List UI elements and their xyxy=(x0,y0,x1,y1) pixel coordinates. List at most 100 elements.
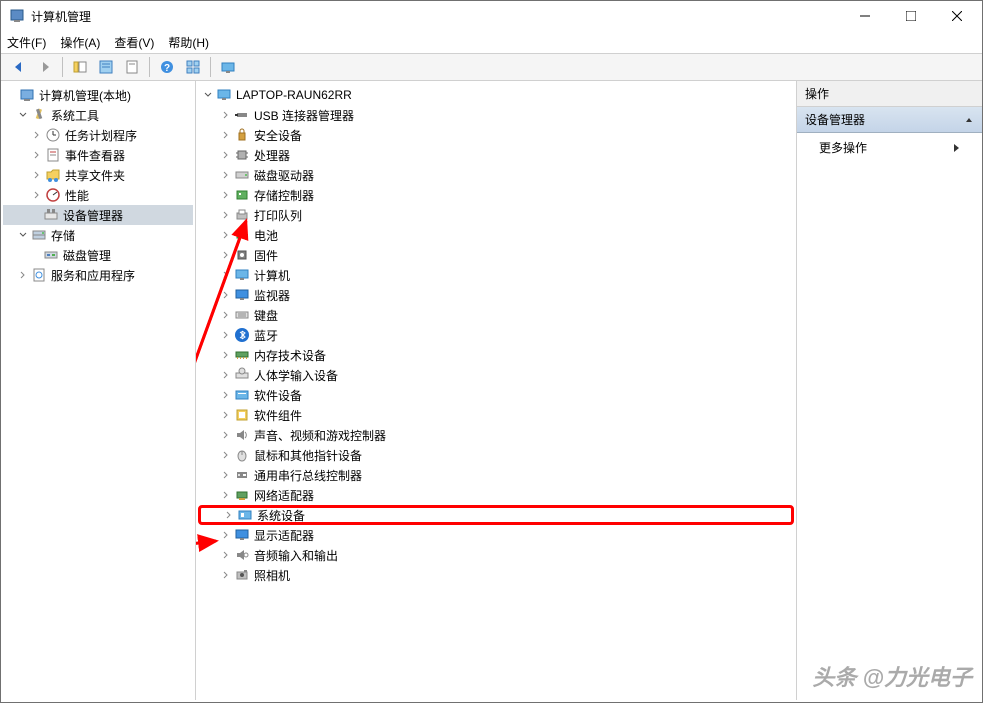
menu-file[interactable]: 文件(F) xyxy=(7,34,46,51)
device-security[interactable]: 安全设备 xyxy=(198,125,794,145)
tree-event-viewer[interactable]: 事件查看器 xyxy=(3,145,193,165)
tree-storage[interactable]: 存储 xyxy=(3,225,193,245)
device-disk-drives[interactable]: 磁盘驱动器 xyxy=(198,165,794,185)
tree-device-manager[interactable]: 设备管理器 xyxy=(3,205,193,225)
device-software-devices[interactable]: 软件设备 xyxy=(198,385,794,405)
help-button[interactable]: ? xyxy=(155,55,179,79)
svg-text:?: ? xyxy=(164,63,170,74)
device-firmware[interactable]: 固件 xyxy=(198,245,794,265)
menu-view[interactable]: 查看(V) xyxy=(114,34,154,51)
properties-button[interactable] xyxy=(94,55,118,79)
expander-closed-icon[interactable] xyxy=(220,149,232,161)
collapse-icon[interactable] xyxy=(964,115,974,125)
close-button[interactable] xyxy=(934,1,980,31)
expander-closed-icon[interactable] xyxy=(31,129,43,141)
expander-closed-icon[interactable] xyxy=(220,309,232,321)
device-memory-tech[interactable]: 内存技术设备 xyxy=(198,345,794,365)
expander-closed-icon[interactable] xyxy=(220,209,232,221)
expander-closed-icon[interactable] xyxy=(220,129,232,141)
expander-closed-icon[interactable] xyxy=(31,149,43,161)
expander-closed-icon[interactable] xyxy=(220,529,232,541)
toolbar: ? xyxy=(1,53,982,81)
tree-task-scheduler[interactable]: 任务计划程序 xyxy=(3,125,193,145)
tools-icon xyxy=(31,107,47,123)
tree-root[interactable]: 计算机管理(本地) xyxy=(3,85,193,105)
expander-closed-icon[interactable] xyxy=(220,229,232,241)
expander-closed-icon[interactable] xyxy=(31,189,43,201)
device-processors[interactable]: 处理器 xyxy=(198,145,794,165)
expander-closed-icon[interactable] xyxy=(220,409,232,421)
maximize-button[interactable] xyxy=(888,1,934,31)
device-audio-io[interactable]: 音频输入和输出 xyxy=(198,545,794,565)
export-button[interactable] xyxy=(120,55,144,79)
forward-button[interactable] xyxy=(33,55,57,79)
device-tree-pane[interactable]: LAPTOP-RAUN62RR USB 连接器管理器安全设备处理器磁盘驱动器存储… xyxy=(196,81,797,700)
minimize-button[interactable] xyxy=(842,1,888,31)
device-system-devices[interactable]: 系统设备 xyxy=(198,505,794,525)
device-display[interactable]: 显示适配器 xyxy=(198,525,794,545)
expander-open-icon[interactable] xyxy=(202,89,214,101)
menu-help[interactable]: 帮助(H) xyxy=(168,34,209,51)
scan-hardware-button[interactable] xyxy=(216,55,240,79)
small-icons-button[interactable] xyxy=(181,55,205,79)
expander-closed-icon[interactable] xyxy=(220,429,232,441)
device-root[interactable]: LAPTOP-RAUN62RR xyxy=(198,85,794,105)
back-button[interactable] xyxy=(7,55,31,79)
expander-closed-icon[interactable] xyxy=(220,109,232,121)
tree-disk-management[interactable]: 磁盘管理 xyxy=(3,245,193,265)
tree-performance[interactable]: 性能 xyxy=(3,185,193,205)
storage-controllers-icon xyxy=(234,187,250,203)
device-monitors[interactable]: 监视器 xyxy=(198,285,794,305)
device-print-queues[interactable]: 打印队列 xyxy=(198,205,794,225)
tree-services-apps[interactable]: 服务和应用程序 xyxy=(3,265,193,285)
expander-closed-icon[interactable] xyxy=(220,329,232,341)
device-computer[interactable]: 计算机 xyxy=(198,265,794,285)
expander-closed-icon[interactable] xyxy=(220,569,232,581)
expander-icon[interactable] xyxy=(5,89,17,101)
tree-system-tools[interactable]: 系统工具 xyxy=(3,105,193,125)
device-hid[interactable]: 人体学输入设备 xyxy=(198,365,794,385)
expander-open-icon[interactable] xyxy=(17,109,29,121)
device-storage-controllers[interactable]: 存储控制器 xyxy=(198,185,794,205)
left-navigation-tree[interactable]: 计算机管理(本地) 系统工具 任务计划程序 事件查看器 共享文件夹 性能 xyxy=(1,81,196,700)
expander-closed-icon[interactable] xyxy=(31,169,43,181)
device-software-components[interactable]: 软件组件 xyxy=(198,405,794,425)
expander-closed-icon[interactable] xyxy=(220,189,232,201)
more-actions-item[interactable]: 更多操作 xyxy=(797,133,982,162)
device-mice[interactable]: 鼠标和其他指针设备 xyxy=(198,445,794,465)
menu-action[interactable]: 操作(A) xyxy=(60,34,100,51)
expander-closed-icon[interactable] xyxy=(220,349,232,361)
storage-icon xyxy=(31,227,47,243)
expander-closed-icon[interactable] xyxy=(220,549,232,561)
expander-closed-icon[interactable] xyxy=(220,289,232,301)
expander-closed-icon[interactable] xyxy=(220,389,232,401)
expander-closed-icon[interactable] xyxy=(220,449,232,461)
expander-closed-icon[interactable] xyxy=(223,509,235,521)
device-bluetooth[interactable]: 蓝牙 xyxy=(198,325,794,345)
device-network[interactable]: 网络适配器 xyxy=(198,485,794,505)
device-usb-connector[interactable]: USB 连接器管理器 xyxy=(198,105,794,125)
expander-closed-icon[interactable] xyxy=(17,269,29,281)
expander-closed-icon[interactable] xyxy=(220,469,232,481)
tree-shared-folders[interactable]: 共享文件夹 xyxy=(3,165,193,185)
menubar: 文件(F) 操作(A) 查看(V) 帮助(H) xyxy=(1,31,982,53)
device-usb-controllers[interactable]: 通用串行总线控制器 xyxy=(198,465,794,485)
expander-closed-icon[interactable] xyxy=(220,369,232,381)
expander-closed-icon[interactable] xyxy=(220,269,232,281)
show-hide-tree-button[interactable] xyxy=(68,55,92,79)
cameras-icon xyxy=(234,567,250,583)
expander-closed-icon[interactable] xyxy=(220,249,232,261)
expander-open-icon[interactable] xyxy=(17,229,29,241)
expander-closed-icon[interactable] xyxy=(220,169,232,181)
device-batteries[interactable]: 电池 xyxy=(198,225,794,245)
device-sound[interactable]: 声音、视频和游戏控制器 xyxy=(198,425,794,445)
device-cameras[interactable]: 照相机 xyxy=(198,565,794,585)
memory-tech-icon xyxy=(234,347,250,363)
clock-icon xyxy=(45,127,61,143)
performance-icon xyxy=(45,187,61,203)
actions-context-header[interactable]: 设备管理器 xyxy=(797,107,982,133)
processors-icon xyxy=(234,147,250,163)
device-keyboards[interactable]: 键盘 xyxy=(198,305,794,325)
expander-closed-icon[interactable] xyxy=(220,489,232,501)
app-icon xyxy=(9,8,25,24)
